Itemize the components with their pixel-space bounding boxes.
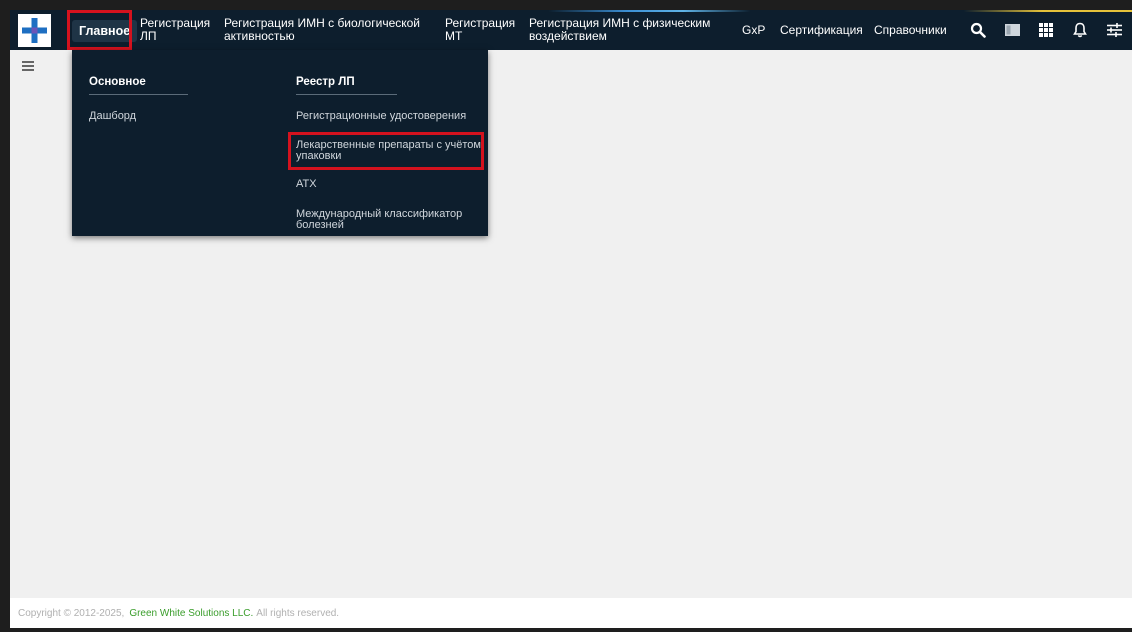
nav-label: ЛП [140,29,157,43]
footer: Copyright © 2012-2025, Green White Solut… [10,598,1132,628]
menu-link-label: упаковки [296,150,342,162]
nav-label: МТ [445,29,463,43]
nav-registration-mt[interactable]: Регистрация МТ [445,10,515,50]
footer-rights: All rights reserved. [256,607,340,619]
menu-col2-header: Реестр ЛП [296,76,397,95]
logo[interactable] [18,14,51,47]
menu-col1-header: Основное [89,76,188,95]
nav-registration-lp[interactable]: Регистрация ЛП [140,10,210,50]
footer-copyright: Copyright © 2012-2025, [18,607,125,619]
menu-link-label: болезней [296,219,344,231]
nav-certification[interactable]: Сертификация [780,10,863,50]
menu-link-label: Регистрационные удостоверения [296,110,467,122]
nav-main-label: Главное [79,23,131,38]
nav-registration-imn-phys[interactable]: Регистрация ИМН с физическим воздействием [529,10,710,50]
footer-company-link[interactable]: Green White Solutions LLC. [129,608,253,619]
menu-link-registration-certificates[interactable]: Регистрационные удостоверения [296,111,466,122]
nav-label: GxP [742,22,766,37]
nav-main[interactable]: Главное [72,20,138,42]
main-dropdown-menu: Основное Дашборд Реестр ЛП Регистрационн… [72,50,488,236]
grid-icon[interactable] [1036,20,1056,40]
settings-sliders-icon[interactable] [1104,20,1124,40]
nav-gxp[interactable]: GxP [742,10,765,50]
nav-label: активностью [224,29,295,43]
sidebar-toggle-icon[interactable] [22,61,34,73]
top-navbar: Главное Регистрация ЛП Регистрация ИМН с … [10,10,1132,50]
cross-logo-icon [22,18,47,43]
app-window: Главное Регистрация ЛП Регистрация ИМН с … [10,10,1132,628]
nav-label: Сертификация [780,22,863,37]
bell-icon[interactable] [1070,20,1090,40]
menu-link-dashboard[interactable]: Дашборд [89,111,136,122]
menu-link-drugs-with-packaging[interactable]: Лекарственные препараты с учётом упаковк… [296,140,481,162]
nav-label: Справочники [874,22,947,37]
menu-link-label: АТХ [296,178,317,190]
layout-icon[interactable] [1002,20,1022,40]
nav-registration-imn-bio[interactable]: Регистрация ИМН с биологической активност… [224,10,420,50]
menu-link-atc[interactable]: АТХ [296,179,317,190]
menu-link-icd[interactable]: Международный классификатор болезней [296,209,462,231]
search-icon[interactable] [968,20,988,40]
nav-references[interactable]: Справочники [874,10,947,50]
nav-label: воздействием [529,29,607,43]
